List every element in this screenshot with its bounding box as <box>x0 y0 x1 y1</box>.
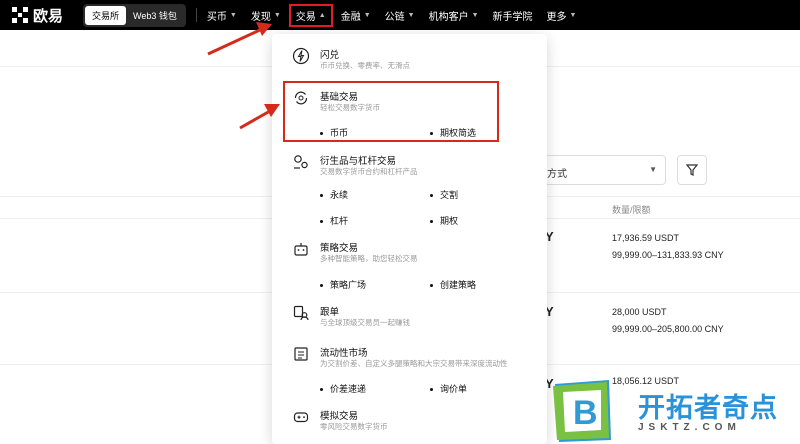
site-watermark: B 开拓者奇点 JSKTZ.COM <box>553 378 800 444</box>
annotation-arrow-to-basic-trade <box>239 104 280 130</box>
watermark-badge-icon: B <box>553 380 611 442</box>
watermark-domain: JSKTZ.COM <box>638 422 741 433</box>
watermark-title: 开拓者奇点 <box>638 393 778 423</box>
watermark-badge-letter: B <box>573 394 598 432</box>
annotation-arrow-to-nav <box>207 22 272 56</box>
